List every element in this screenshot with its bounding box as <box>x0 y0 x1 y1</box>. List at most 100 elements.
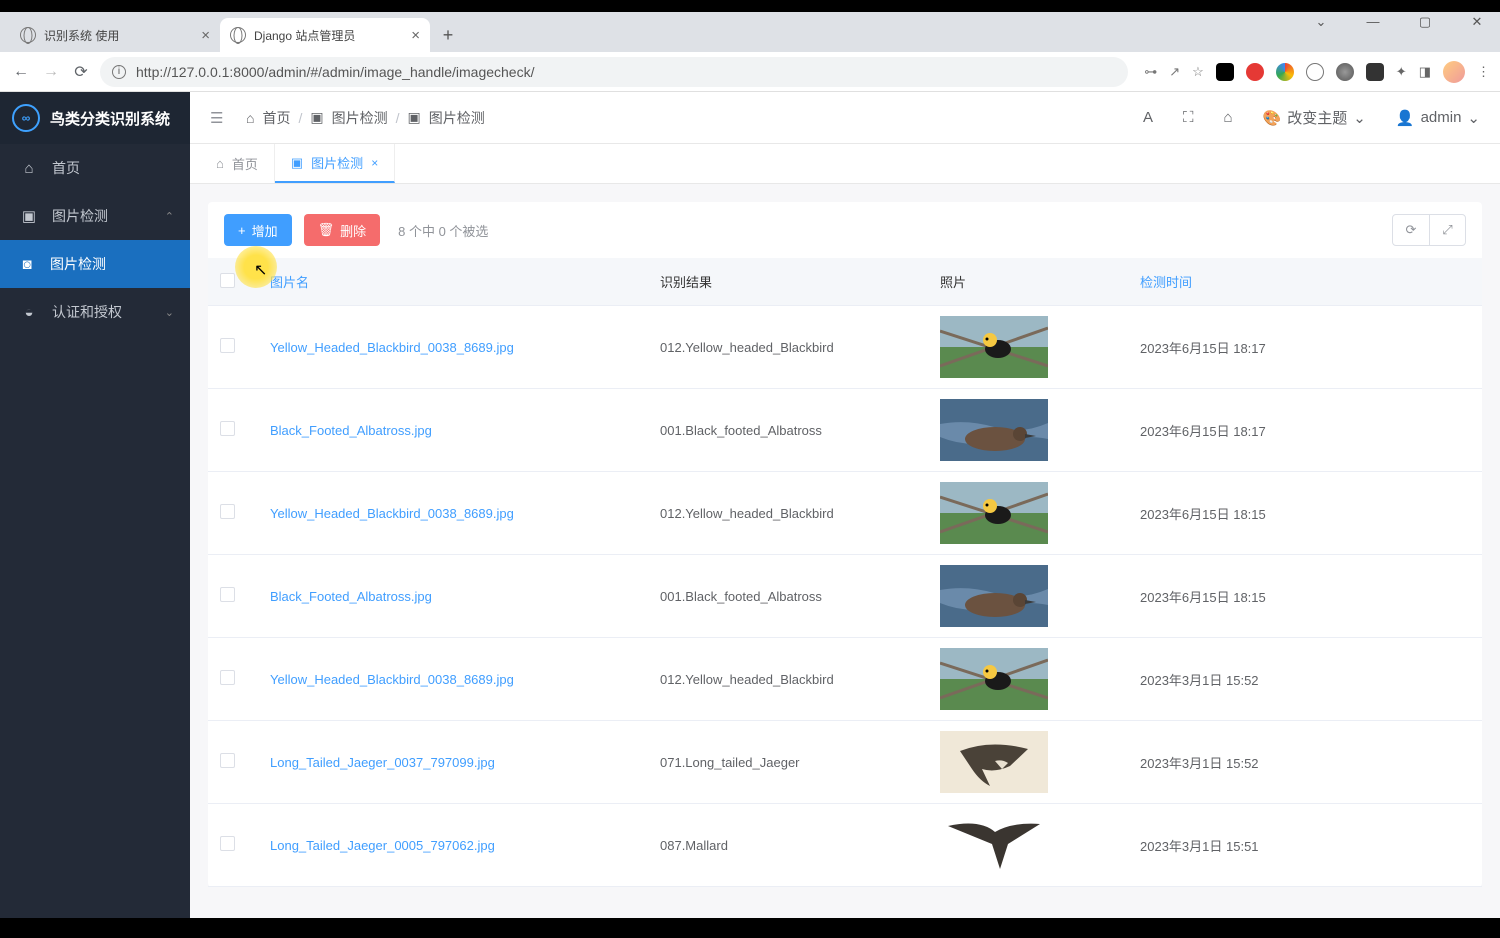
window-controls: ⌄ — ▢ ✕ <box>1306 14 1492 30</box>
reload-button[interactable]: ⟳ <box>70 61 92 83</box>
page-tab-home[interactable]: ⌂ 首页 <box>200 144 275 183</box>
row-name-link[interactable]: Yellow_Headed_Blackbird_0038_8689.jpg <box>270 340 514 355</box>
row-thumbnail[interactable] <box>940 648 1048 710</box>
row-name-link[interactable]: Long_Tailed_Jaeger_0005_797062.jpg <box>270 838 495 853</box>
row-result: 071.Long_tailed_Jaeger <box>648 721 928 804</box>
tab-close-icon[interactable]: × <box>371 156 378 170</box>
row-name-link[interactable]: Yellow_Headed_Blackbird_0038_8689.jpg <box>270 506 514 521</box>
add-label: 增加 <box>252 221 278 240</box>
delete-button[interactable]: 🗑 删除 <box>304 214 381 246</box>
row-checkbox[interactable] <box>220 836 235 851</box>
theme-label: 改变主题 <box>1287 107 1347 128</box>
globe-icon <box>20 27 36 43</box>
ext-icon-3[interactable] <box>1276 63 1294 81</box>
chevron-down-icon[interactable]: ⌄ <box>1306 14 1336 30</box>
font-icon[interactable]: A <box>1143 109 1153 126</box>
row-checkbox[interactable] <box>220 670 235 685</box>
browser-tab-active[interactable]: Django 站点管理员 × <box>220 18 430 52</box>
col-photo[interactable]: 照片 <box>940 275 966 290</box>
breadcrumb-sep: / <box>298 110 302 126</box>
url-bar[interactable]: i http://127.0.0.1:8000/admin/#/admin/im… <box>100 57 1128 87</box>
star-icon[interactable]: ☆ <box>1192 64 1204 80</box>
image-icon: ▣ <box>20 207 38 225</box>
row-thumbnail[interactable] <box>940 565 1048 627</box>
site-info-icon[interactable]: i <box>112 65 126 79</box>
back-button[interactable]: ← <box>10 61 32 83</box>
row-time: 2023年6月15日 18:15 <box>1128 472 1482 555</box>
row-checkbox[interactable] <box>220 338 235 353</box>
col-name[interactable]: 图片名 <box>270 275 309 290</box>
page-tab-image-check[interactable]: ▣ 图片检测 × <box>275 144 395 183</box>
profile-avatar[interactable] <box>1443 61 1465 83</box>
chevron-down-icon: ⌄ <box>1353 109 1366 127</box>
sidebar-item-home[interactable]: ⌂ 首页 <box>0 144 190 192</box>
row-time: 2023年6月15日 18:17 <box>1128 306 1482 389</box>
row-result: 001.Black_footed_Albatross <box>648 389 928 472</box>
app-title: 鸟类分类识别系统 <box>50 108 170 129</box>
hamburger-icon[interactable]: ☰ <box>210 109 228 127</box>
col-result[interactable]: 识别结果 <box>660 275 712 290</box>
row-thumbnail[interactable] <box>940 482 1048 544</box>
fullscreen-icon[interactable]: ⛶ <box>1183 109 1194 126</box>
minimize-icon[interactable]: — <box>1358 14 1388 30</box>
row-name-link[interactable]: Black_Footed_Albatross.jpg <box>270 423 432 438</box>
row-checkbox[interactable] <box>220 421 235 436</box>
row-thumbnail[interactable] <box>940 399 1048 461</box>
theme-selector[interactable]: 🎨 改变主题 ⌄ <box>1263 107 1366 128</box>
tab-title: 识别系统 使用 <box>44 27 119 44</box>
sidebar-item-image-check[interactable]: ◙ 图片检测 <box>0 240 190 288</box>
table-row: Yellow_Headed_Blackbird_0038_8689.jpg012… <box>208 638 1482 721</box>
row-thumbnail[interactable] <box>940 814 1048 876</box>
maximize-icon[interactable]: ▢ <box>1410 14 1440 30</box>
home-icon: ⌂ <box>246 110 254 126</box>
row-name-link[interactable]: Black_Footed_Albatross.jpg <box>270 589 432 604</box>
forward-button[interactable]: → <box>40 61 62 83</box>
user-menu[interactable]: 👤 admin ⌄ <box>1396 109 1480 127</box>
tab-close-icon[interactable]: × <box>411 27 420 44</box>
row-result: 012.Yellow_headed_Blackbird <box>648 306 928 389</box>
tab-close-icon[interactable]: × <box>201 27 210 44</box>
row-checkbox[interactable] <box>220 587 235 602</box>
tab-label: 首页 <box>232 154 258 173</box>
sidebar-label: 认证和授权 <box>52 302 122 322</box>
plus-icon: + <box>238 223 246 238</box>
sidebar-item-image-detect[interactable]: ▣ 图片检测 ⌃ <box>0 192 190 240</box>
refresh-button[interactable]: ⟳ <box>1393 215 1429 245</box>
select-all-checkbox[interactable] <box>220 273 235 288</box>
row-name-link[interactable]: Long_Tailed_Jaeger_0037_797099.jpg <box>270 755 495 770</box>
share-icon[interactable]: ↗ <box>1169 64 1180 80</box>
delete-label: 删除 <box>340 221 366 240</box>
row-checkbox[interactable] <box>220 753 235 768</box>
row-thumbnail[interactable] <box>940 316 1048 378</box>
close-window-icon[interactable]: ✕ <box>1462 14 1492 30</box>
new-tab-button[interactable]: + <box>434 21 462 49</box>
chevron-icon: ⌄ <box>165 306 174 319</box>
sidebar-item-auth[interactable]: ◒ 认证和授权 ⌄ <box>0 288 190 336</box>
browser-tab[interactable]: 识别系统 使用 × <box>10 18 220 52</box>
kebab-menu-icon[interactable]: ⋮ <box>1477 64 1490 80</box>
home-icon: ⌂ <box>20 160 38 177</box>
camera-icon: ◙ <box>18 256 36 273</box>
ext-icon-5[interactable] <box>1336 63 1354 81</box>
sidepanel-icon[interactable]: ◨ <box>1419 64 1431 80</box>
row-checkbox[interactable] <box>220 504 235 519</box>
sidebar-header: ∞ 鸟类分类识别系统 <box>0 92 190 144</box>
breadcrumb-item[interactable]: 首页 <box>262 108 290 128</box>
ext-icon-4[interactable] <box>1306 63 1324 81</box>
home-shortcut-icon[interactable]: ⌂ <box>1224 109 1233 126</box>
row-name-link[interactable]: Yellow_Headed_Blackbird_0038_8689.jpg <box>270 672 514 687</box>
add-button[interactable]: + 增加 <box>224 214 292 246</box>
row-thumbnail[interactable] <box>940 731 1048 793</box>
ext-icon-6[interactable] <box>1366 63 1384 81</box>
ext-icon-1[interactable] <box>1216 63 1234 81</box>
extensions-puzzle-icon[interactable]: ✦ <box>1396 64 1407 80</box>
expand-button[interactable]: ⤢ <box>1429 215 1465 245</box>
breadcrumb-item[interactable]: 图片检测 <box>332 108 388 128</box>
row-result: 087.Mallard <box>648 804 928 887</box>
col-time[interactable]: 检测时间 <box>1140 275 1192 290</box>
row-time: 2023年3月1日 15:52 <box>1128 638 1482 721</box>
key-icon[interactable]: ⊶ <box>1144 64 1157 80</box>
ext-icon-2[interactable] <box>1246 63 1264 81</box>
sidebar-label: 图片检测 <box>52 206 108 226</box>
table-row: Long_Tailed_Jaeger_0005_797062.jpg 087.Ma… <box>208 804 1482 887</box>
